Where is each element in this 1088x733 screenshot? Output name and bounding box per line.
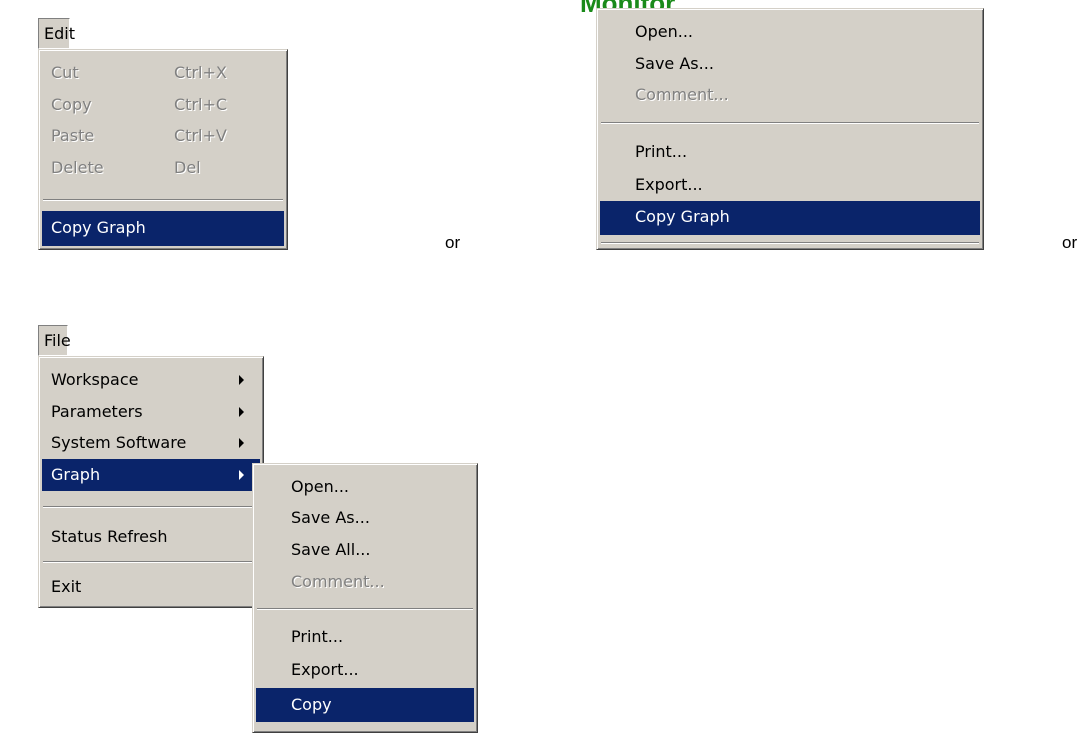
menu-item-label: Save As...	[635, 54, 714, 73]
menu-item-save-as[interactable]: Save As...	[256, 502, 474, 534]
menu-item-open[interactable]: Open...	[256, 471, 474, 503]
edit-menu-title[interactable]: Edit	[38, 18, 75, 49]
menu-separator	[601, 242, 979, 244]
menu-item-print[interactable]: Print...	[600, 136, 980, 168]
file-menu: Workspace Parameters System Software Gra…	[38, 356, 264, 608]
graph-submenu: Open... Save As... Save All... Comment..…	[252, 463, 478, 733]
menu-item-label: Copy	[291, 695, 332, 714]
or-label: or	[1062, 233, 1078, 252]
menu-separator	[43, 199, 283, 201]
menu-item-copy[interactable]: Copy Ctrl+C	[42, 89, 284, 121]
menu-item-label: Print...	[291, 627, 344, 646]
menu-item-export[interactable]: Export...	[600, 169, 980, 201]
edit-menu: Cut Ctrl+X Copy Ctrl+C Paste Ctrl+V Dele…	[38, 49, 288, 250]
menu-item-exit[interactable]: Exit	[42, 571, 260, 603]
menu-item-label: Copy Graph	[51, 218, 146, 237]
menu-item-workspace[interactable]: Workspace	[42, 364, 260, 396]
menu-item-copy-graph[interactable]: Copy Graph	[42, 211, 284, 246]
menu-item-shortcut: Ctrl+C	[174, 95, 228, 114]
menu-item-save-all[interactable]: Save All...	[256, 534, 474, 566]
menu-item-label: Workspace	[51, 370, 139, 389]
submenu-arrow-icon	[239, 470, 244, 480]
menu-item-label: Comment...	[635, 85, 729, 104]
menu-item-label: Export...	[291, 660, 359, 679]
menu-separator	[43, 561, 259, 563]
menu-item-parameters[interactable]: Parameters	[42, 396, 260, 428]
menu-separator	[257, 608, 473, 610]
menu-item-label: Status Refresh	[51, 527, 168, 546]
menu-item-copy[interactable]: Copy	[256, 688, 474, 722]
menu-item-paste[interactable]: Paste Ctrl+V	[42, 120, 284, 152]
menu-item-label: Exit	[51, 577, 82, 596]
submenu-arrow-icon	[239, 438, 244, 448]
menu-item-label: Save As...	[291, 508, 370, 527]
menu-item-cut[interactable]: Cut Ctrl+X	[42, 57, 284, 89]
menu-item-label: Print...	[635, 142, 688, 161]
menu-item-label: Cut	[51, 63, 79, 82]
menu-item-label: Delete	[51, 158, 104, 177]
menu-item-label: Export...	[635, 175, 703, 194]
submenu-arrow-icon	[239, 407, 244, 417]
menu-item-print[interactable]: Print...	[256, 621, 474, 653]
menu-item-label: Copy	[51, 95, 92, 114]
menu-item-shortcut: Del	[174, 158, 201, 177]
menu-separator	[601, 122, 979, 124]
or-label: or	[445, 233, 461, 252]
menu-item-copy-graph[interactable]: Copy Graph	[600, 201, 980, 235]
menu-item-delete[interactable]: Delete Del	[42, 152, 284, 184]
menu-item-label: Save All...	[291, 540, 371, 559]
menu-item-label: System Software	[51, 433, 187, 452]
menu-item-label: Open...	[635, 22, 693, 41]
menu-item-graph[interactable]: Graph	[42, 459, 260, 491]
menu-item-label: Open...	[291, 477, 349, 496]
menu-item-save-as[interactable]: Save As...	[600, 48, 980, 80]
menu-item-system-software[interactable]: System Software	[42, 427, 260, 459]
menu-item-status-refresh[interactable]: Status Refresh	[42, 521, 260, 553]
menu-item-label: Parameters	[51, 402, 143, 421]
menu-item-shortcut: Ctrl+X	[174, 63, 227, 82]
menu-item-comment[interactable]: Comment...	[256, 566, 474, 598]
menu-separator	[43, 506, 259, 508]
menu-item-label: Paste	[51, 126, 95, 145]
menu-item-label: Comment...	[291, 572, 385, 591]
menu-item-shortcut: Ctrl+V	[174, 126, 227, 145]
menu-item-label: Graph	[51, 465, 101, 484]
menu-item-open[interactable]: Open...	[600, 16, 980, 48]
submenu-arrow-icon	[239, 375, 244, 385]
menu-item-export[interactable]: Export...	[256, 654, 474, 686]
graph-context-menu: Open... Save As... Comment... Print... E…	[596, 8, 984, 250]
file-menu-title[interactable]: File	[38, 325, 71, 356]
menu-item-comment[interactable]: Comment...	[600, 79, 980, 111]
menu-item-label: Copy Graph	[635, 207, 730, 226]
